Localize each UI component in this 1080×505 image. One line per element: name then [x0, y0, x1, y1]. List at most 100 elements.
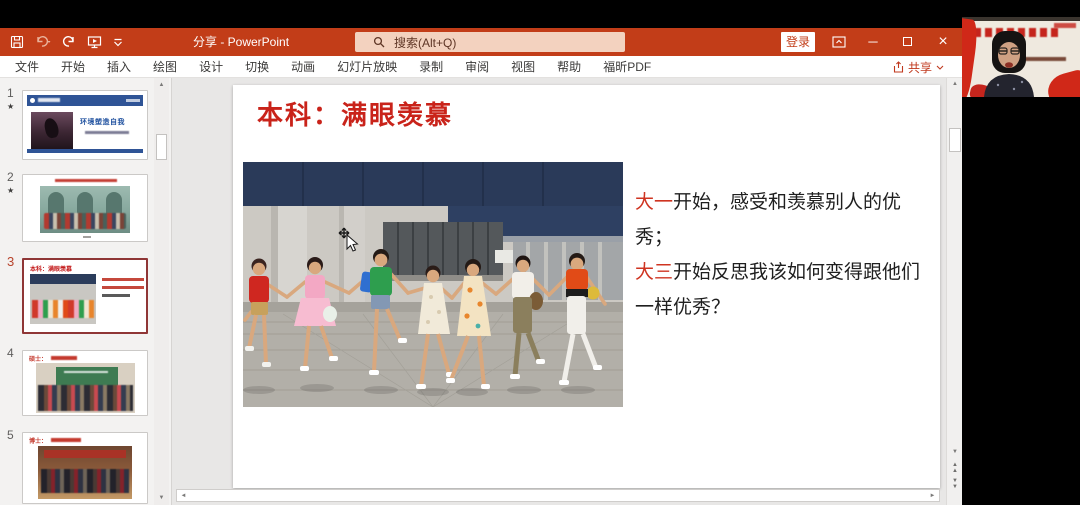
thumb3-text-line-blur	[102, 294, 130, 297]
thumb2-title-blur	[55, 179, 117, 182]
redo-button[interactable]	[62, 35, 76, 49]
slide-thumbnail-3-selected[interactable]: 本科：满眼羡慕	[22, 258, 148, 334]
ribbon-tab-bar: 文件 开始 插入 绘图 设计 切换 动画 幻灯片放映 录制 审阅 视图 帮助 福…	[0, 56, 962, 78]
building-band	[30, 274, 96, 284]
group-of-people	[44, 213, 126, 229]
slide-photo[interactable]	[243, 162, 623, 407]
thumb4-title-blur	[51, 356, 77, 360]
body-text-2: 开始反思我该如何变得跟他们一样优秀？	[635, 261, 920, 318]
customize-qat-button[interactable]	[113, 36, 123, 48]
ribbon-display-options-button[interactable]	[824, 28, 854, 56]
quick-access-toolbar	[10, 28, 123, 56]
save-icon	[10, 35, 24, 49]
slide-editing-area: 本科：满眼羡慕	[172, 78, 962, 505]
group-of-people	[38, 385, 133, 411]
horizontal-scrollbar[interactable]: ◄ ►	[176, 489, 940, 502]
thumb1-header-right-text	[126, 99, 140, 102]
thumb3-photo	[30, 274, 96, 324]
slide-canvas[interactable]: 本科：满眼羡慕	[233, 85, 940, 488]
titlebar: 分享 - PowerPoint 搜索(Alt+Q) 登录 ─ ×	[0, 28, 962, 56]
scroll-right-arrow[interactable]: ►	[926, 493, 939, 499]
arch-shape	[48, 192, 64, 214]
scroll-down-arrow[interactable]: ▼	[154, 491, 169, 505]
tab-draw[interactable]: 绘图	[142, 56, 188, 78]
double-up-arrow-icon: ▲	[947, 468, 963, 474]
double-down-arrow-icon: ▼	[947, 484, 963, 490]
slide-thumbnail-5[interactable]: 博士：	[22, 432, 148, 504]
scroll-left-arrow[interactable]: ◄	[177, 493, 190, 499]
body-text-1: 开始，感受和羡慕别人的优秀；	[635, 191, 901, 248]
tab-transitions[interactable]: 切换	[234, 56, 280, 78]
tab-animations[interactable]: 动画	[280, 56, 326, 78]
login-button[interactable]: 登录	[781, 32, 815, 52]
tab-record[interactable]: 录制	[408, 56, 454, 78]
group-of-people	[41, 469, 129, 493]
share-label: 共享	[908, 59, 932, 76]
slide-thumbnail-4[interactable]: 硕士：	[22, 350, 148, 416]
previous-slide-button[interactable]: ▲ ▲	[947, 462, 963, 475]
thumb1-bottom-bar	[27, 149, 143, 153]
minimize-button[interactable]: ─	[858, 28, 888, 56]
panel-scrollbar-thumb[interactable]	[156, 134, 167, 160]
close-button[interactable]: ×	[928, 28, 958, 56]
share-icon	[893, 61, 904, 73]
university-logo-icon	[30, 98, 35, 103]
thumb1-header-bar	[27, 95, 143, 106]
window-title: 分享 - PowerPoint	[193, 28, 289, 56]
thumb5-title-blur	[51, 438, 81, 442]
tab-view[interactable]: 视图	[500, 56, 546, 78]
tab-review[interactable]: 审阅	[454, 56, 500, 78]
slide-number-4: 4	[7, 346, 14, 360]
undo-button[interactable]	[35, 35, 51, 49]
search-placeholder: 搜索(Alt+Q)	[394, 34, 456, 51]
workspace: 1 ★ 环境塑造自我 2 ★	[0, 78, 962, 505]
powerpoint-window: 分享 - PowerPoint 搜索(Alt+Q) 登录 ─ × 文件 开始 插…	[0, 28, 962, 505]
tab-foxit-pdf[interactable]: 福昕PDF	[592, 56, 662, 78]
undo-icon	[35, 35, 51, 49]
tab-home[interactable]: 开始	[50, 56, 96, 78]
start-slideshow-button[interactable]	[87, 35, 102, 49]
search-box[interactable]: 搜索(Alt+Q)	[355, 32, 625, 52]
chevron-down-icon	[113, 36, 123, 48]
restore-button[interactable]	[892, 28, 922, 56]
slide-body-text[interactable]: 大一开始，感受和羡慕别人的优秀； 大三开始反思我该如何变得跟他们一样优秀？	[635, 185, 937, 325]
animation-star-icon: ★	[7, 186, 14, 195]
vertical-scrollbar[interactable]: ▲ ▼ ▲ ▲ ▼ ▼	[946, 78, 962, 505]
thumb1-photo	[31, 112, 73, 149]
panel-scrollbar[interactable]: ▲ ▼	[154, 78, 169, 505]
slideshow-icon	[87, 35, 102, 49]
body-lead-1: 大一	[635, 191, 673, 213]
share-button[interactable]: 共享	[893, 56, 944, 78]
slide-thumbnail-1[interactable]: 环境塑造自我	[22, 90, 148, 160]
silhouette-figure	[43, 117, 60, 139]
thumb4-photo	[36, 363, 135, 413]
animation-star-icon: ★	[7, 102, 14, 111]
tab-slideshow[interactable]: 幻灯片放映	[326, 56, 408, 78]
slide-thumbnail-2[interactable]	[22, 174, 148, 242]
save-button[interactable]	[10, 35, 24, 49]
slide-number-2: 2	[7, 170, 14, 184]
thumb2-photo	[40, 186, 130, 233]
arch-shape	[106, 192, 122, 214]
vertical-scrollbar-thumb[interactable]	[949, 128, 961, 152]
next-slide-button[interactable]: ▼ ▼	[947, 478, 963, 491]
scroll-up-arrow[interactable]: ▲	[947, 78, 963, 91]
webcam-overlay[interactable]	[962, 17, 1080, 97]
body-lead-2: 大三	[635, 261, 673, 283]
tab-file[interactable]: 文件	[4, 56, 50, 78]
pointer-arrow-icon	[347, 235, 358, 251]
tab-insert[interactable]: 插入	[96, 56, 142, 78]
redo-icon	[62, 35, 76, 49]
search-icon	[373, 36, 385, 48]
ribbon-display-options-icon	[832, 36, 846, 48]
tab-help[interactable]: 帮助	[546, 56, 592, 78]
body-line-2: 大三开始反思我该如何变得跟他们一样优秀？	[635, 255, 937, 325]
slide-title[interactable]: 本科：满眼羡慕	[257, 95, 453, 132]
scroll-up-arrow[interactable]: ▲	[154, 78, 169, 92]
thumb3-title: 本科：满眼羡慕	[30, 264, 72, 273]
slide-number-5: 5	[7, 428, 14, 442]
thumb4-title-prefix: 硕士：	[29, 354, 47, 363]
tab-design[interactable]: 设计	[188, 56, 234, 78]
group-of-people	[32, 300, 94, 318]
scroll-down-arrow[interactable]: ▼	[947, 446, 963, 459]
